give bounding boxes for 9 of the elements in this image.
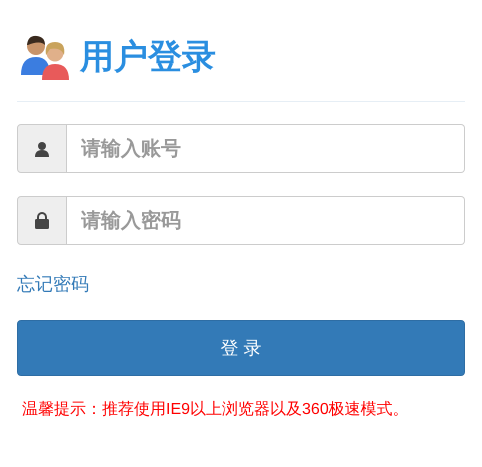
user-icon: [35, 140, 49, 156]
notice-text: 温馨提示：推荐使用IE9以上浏览器以及360极速模式。: [22, 400, 410, 420]
forgot-password-link[interactable]: 忘记密码: [17, 271, 89, 298]
page-title: 用户登录: [80, 36, 216, 78]
input-field[interactable]: 请输入密码: [67, 196, 465, 245]
login-button[interactable]: 登 录: [17, 320, 465, 376]
input-field[interactable]: 请输入账号: [67, 124, 465, 173]
lock-icon: [35, 212, 49, 229]
users-icon: [20, 33, 70, 81]
